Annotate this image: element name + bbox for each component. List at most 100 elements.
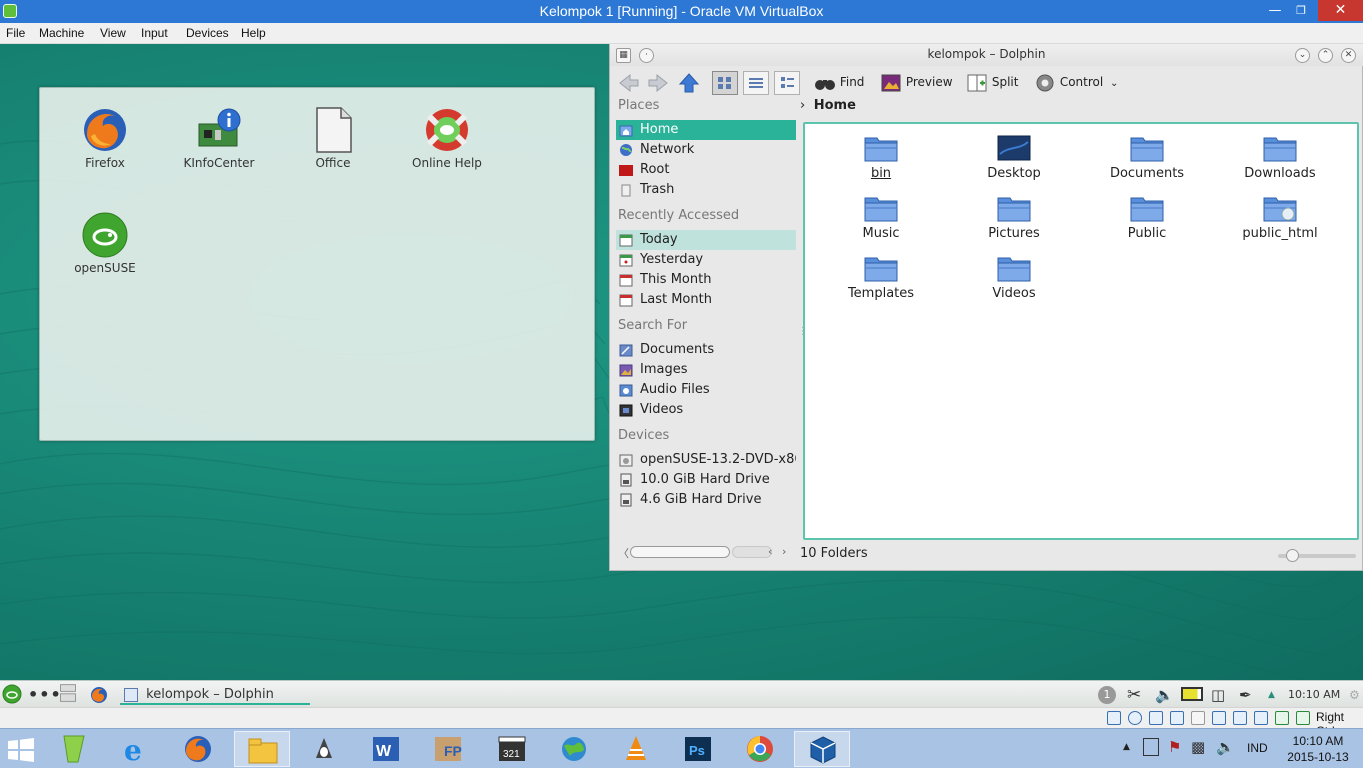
desktop-icon-opensuse[interactable]: openSUSE	[55, 211, 155, 275]
desktop-icon-online-help[interactable]: Online Help	[397, 106, 497, 170]
tray-expand-icon[interactable]: ▲	[1268, 685, 1275, 705]
zoom-slider[interactable]	[1278, 549, 1356, 562]
show-hidden-icons-icon[interactable]: ▲	[1123, 742, 1130, 752]
places-item-root[interactable]: Root	[616, 160, 796, 180]
folder-item[interactable]: bin	[821, 132, 941, 181]
menu-input[interactable]: Input	[141, 26, 168, 40]
panel-clock[interactable]: 10:10 AM	[1288, 685, 1340, 705]
menu-help[interactable]: Help	[241, 26, 266, 40]
action-center-flag-icon[interactable]: ⚑	[1168, 738, 1181, 756]
video-capture-status-icon[interactable]	[1254, 711, 1268, 725]
taskbar-app-1[interactable]	[46, 731, 102, 767]
scroll-right-icon[interactable]: ›	[782, 545, 786, 558]
taskbar-internet-explorer[interactable]: e	[108, 731, 164, 767]
split-button[interactable]: Split	[966, 70, 1018, 94]
device-item-hard-drive-10[interactable]: 10.0 GiB Hard Drive	[616, 470, 796, 490]
application-launcher-icon[interactable]	[2, 684, 22, 704]
virtualization-status-icon[interactable]	[1275, 711, 1289, 725]
file-view[interactable]: bin Desktop Documents Downloads Music Picture…	[803, 122, 1359, 540]
compact-view-button[interactable]	[743, 71, 769, 95]
guest-desktop[interactable]: Firefox KInfoCenter Office Online Help o…	[0, 44, 1363, 680]
folder-item[interactable]: public_html	[1220, 192, 1340, 241]
taskbar-file-explorer[interactable]	[234, 731, 290, 767]
scroll-left-small-icon[interactable]: ‹	[768, 545, 772, 558]
device-item-dvd[interactable]: openSUSE-13.2-DVD-x86_	[616, 450, 796, 470]
folder-item[interactable]: Documents	[1087, 132, 1207, 181]
show-desktop-icon[interactable]	[56, 683, 80, 703]
folder-item[interactable]: Public	[1087, 192, 1207, 241]
folder-item[interactable]: Downloads	[1220, 132, 1340, 181]
desktop-icon-office[interactable]: Office	[283, 106, 383, 170]
search-item-documents[interactable]: Documents	[616, 340, 796, 360]
taskbar-media-player-classic[interactable]: 321	[484, 731, 540, 767]
pen-icon[interactable]: ✒	[1239, 685, 1252, 705]
taskbar-virtualbox[interactable]	[794, 731, 850, 767]
places-item-trash[interactable]: Trash	[616, 180, 796, 200]
dolphin-minimize-button[interactable]: ⌄	[1295, 48, 1310, 63]
shared-folders-status-icon[interactable]	[1212, 711, 1226, 725]
dolphin-window[interactable]: ▦ · kelompok – Dolphin ⌄ ⌃ ✕ Find Previe…	[609, 44, 1363, 571]
taskbar-firefox[interactable]	[170, 731, 226, 767]
network-tray-icon[interactable]: ▩	[1191, 738, 1205, 756]
places-horizontal-scrollbar[interactable]: 〈 ‹ ›	[618, 544, 790, 560]
breadcrumb-home[interactable]: Home	[814, 98, 856, 113]
folder-item[interactable]: Music	[821, 192, 941, 241]
network-icon[interactable]: ◫	[1211, 685, 1225, 705]
taskbar-app-penguin[interactable]	[296, 731, 352, 767]
menu-file[interactable]: File	[6, 26, 25, 40]
find-button[interactable]: Find	[814, 70, 864, 94]
recent-item-this-month[interactable]: This Month	[616, 270, 796, 290]
folder-item[interactable]: Videos	[954, 252, 1074, 301]
audio-status-icon[interactable]	[1149, 711, 1163, 725]
minimize-button[interactable]: —	[1262, 0, 1288, 21]
menu-machine[interactable]: Machine	[39, 26, 84, 40]
taskbar-vlc[interactable]	[608, 731, 664, 767]
dolphin-close-button[interactable]: ✕	[1341, 48, 1356, 63]
icons-view-button[interactable]	[712, 71, 738, 95]
scissors-icon[interactable]: ✂	[1127, 685, 1141, 705]
system-clock[interactable]: 10:10 AM 2015-10-13	[1282, 733, 1354, 765]
search-item-audio-files[interactable]: Audio Files	[616, 380, 796, 400]
restore-button[interactable]: ❐	[1288, 0, 1314, 21]
up-button[interactable]	[678, 70, 700, 94]
battery-icon[interactable]	[1181, 687, 1203, 701]
taskbar-task-dolphin[interactable]: kelompok – Dolphin	[120, 685, 310, 705]
recent-item-yesterday[interactable]: Yesterday	[616, 250, 796, 270]
taskbar-photoshop[interactable]: Ps	[670, 731, 726, 767]
panel-settings-icon[interactable]: ⚙	[1349, 685, 1360, 705]
volume-tray-icon[interactable]: 🔈	[1216, 738, 1235, 756]
close-button[interactable]: ✕	[1318, 0, 1363, 21]
keyboard-capture-status-icon[interactable]	[1296, 711, 1310, 725]
places-item-home[interactable]: Home	[616, 120, 796, 140]
breadcrumb[interactable]: › Home	[800, 98, 856, 120]
dolphin-maximize-button[interactable]: ⌃	[1318, 48, 1333, 63]
preview-button[interactable]: Preview	[880, 70, 953, 94]
back-button[interactable]	[618, 70, 640, 94]
usb-status-icon[interactable]	[1191, 711, 1205, 725]
forward-button[interactable]	[647, 70, 669, 94]
menu-devices[interactable]: Devices	[186, 26, 229, 40]
volume-icon[interactable]: 🔈	[1155, 685, 1174, 705]
folder-item[interactable]: Templates	[821, 252, 941, 301]
menu-view[interactable]: View	[100, 26, 126, 40]
input-language[interactable]: IND	[1247, 741, 1268, 755]
control-button[interactable]: Control ⌄	[1034, 70, 1118, 94]
firefox-launcher-icon[interactable]	[90, 685, 108, 705]
scroll-left-icon[interactable]: 〈	[618, 545, 629, 561]
details-view-button[interactable]	[774, 71, 800, 95]
optical-drive-status-icon[interactable]	[1128, 711, 1142, 725]
start-button[interactable]	[0, 731, 44, 767]
taskbar-app-globe[interactable]	[546, 731, 602, 767]
search-item-images[interactable]: Images	[616, 360, 796, 380]
scrollbar-thumb[interactable]	[630, 546, 730, 558]
folder-item[interactable]: Pictures	[954, 192, 1074, 241]
recent-item-last-month[interactable]: Last Month	[616, 290, 796, 310]
dolphin-titlebar[interactable]: ▦ · kelompok – Dolphin ⌄ ⌃ ✕	[610, 44, 1363, 66]
virtual-desktop-pager[interactable]: 1	[1098, 686, 1116, 704]
display-status-icon[interactable]	[1233, 711, 1247, 725]
device-item-hard-drive-4-6[interactable]: 4.6 GiB Hard Drive	[616, 490, 796, 510]
taskbar-word[interactable]: W	[358, 731, 414, 767]
taskbar-chrome[interactable]	[732, 731, 788, 767]
zoom-slider-handle[interactable]	[1286, 549, 1299, 562]
search-item-videos[interactable]: Videos	[616, 400, 796, 420]
